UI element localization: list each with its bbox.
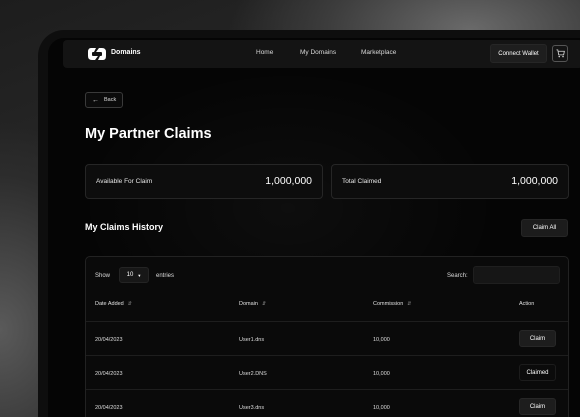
nav-link-my-domains[interactable]: My Domains: [300, 49, 336, 56]
stat-value: 1,000,000: [265, 175, 312, 187]
table-row: 20/04/2023 User2.DNS 10,000 Claimed: [86, 355, 568, 389]
top-nav: Domains Home My Domains Marketplace Conn…: [63, 40, 580, 68]
show-label: Show: [95, 273, 111, 279]
nav-link-home[interactable]: Home: [256, 49, 273, 56]
domain-cell: User1.dns: [239, 337, 265, 343]
logo-icon[interactable]: [87, 47, 107, 61]
date-cell: 20/04/2023: [95, 371, 123, 377]
commission-cell: 10,000: [373, 371, 390, 377]
entries-select[interactable]: 10 ▼: [119, 267, 149, 283]
search-input[interactable]: [473, 266, 560, 284]
domain-cell: User2.DNS: [239, 371, 267, 377]
back-button[interactable]: ← Back: [85, 92, 123, 108]
column-header-action: Action: [519, 301, 535, 307]
stat-label: Available For Claim: [96, 178, 153, 185]
claim-button[interactable]: Claim: [519, 330, 556, 347]
commission-cell: 10,000: [373, 337, 390, 343]
cart-icon: [555, 49, 565, 58]
date-cell: 20/04/2023: [95, 405, 123, 411]
cart-button[interactable]: [552, 45, 568, 62]
commission-cell: 10,000: [373, 405, 390, 411]
table-row: 20/04/2023 User3.dns 10,000 Claim: [86, 389, 568, 417]
column-header-commission[interactable]: Commission ⇵: [373, 301, 411, 307]
column-header-domain[interactable]: Domain ⇵: [239, 301, 266, 307]
date-cell: 20/04/2023: [95, 337, 123, 343]
section-title: My Claims History: [85, 222, 164, 232]
sort-icon: ⇵: [407, 301, 412, 307]
claimed-button[interactable]: Claimed: [519, 364, 556, 381]
total-claimed-card: Total Claimed 1,000,000: [331, 164, 569, 199]
stat-value: 1,000,000: [511, 175, 558, 187]
claim-button[interactable]: Claim: [519, 398, 556, 415]
sort-icon: ⇵: [261, 301, 267, 307]
nav-link-marketplace[interactable]: Marketplace: [361, 49, 396, 56]
page-title: My Partner Claims: [85, 126, 212, 142]
table-row: 20/04/2023 User1.dns 10,000 Claim: [86, 321, 568, 355]
brand-name[interactable]: Domains: [111, 49, 141, 56]
connect-wallet-button[interactable]: Connect Wallet: [490, 44, 547, 63]
column-header-date-added[interactable]: Date Added ⇵: [95, 301, 132, 307]
arrow-left-icon: ←: [92, 96, 99, 104]
stat-label: Total Claimed: [342, 178, 382, 185]
search-label: Search:: [447, 273, 468, 279]
back-label: Back: [104, 97, 117, 103]
entries-label: entries: [156, 273, 175, 279]
available-for-claim-card: Available For Claim 1,000,000: [85, 164, 323, 199]
app-screen: Domains Home My Domains Marketplace Conn…: [48, 38, 580, 417]
claims-table-panel: Show 10 ▼ entries Search: Date Added ⇵ D…: [85, 256, 569, 417]
claim-all-button[interactable]: Claim All: [521, 219, 568, 237]
chevron-down-icon: ▼: [137, 272, 142, 278]
entries-select-value: 10: [126, 272, 134, 278]
domain-cell: User3.dns: [239, 405, 265, 411]
sort-icon: ⇵: [127, 301, 132, 307]
